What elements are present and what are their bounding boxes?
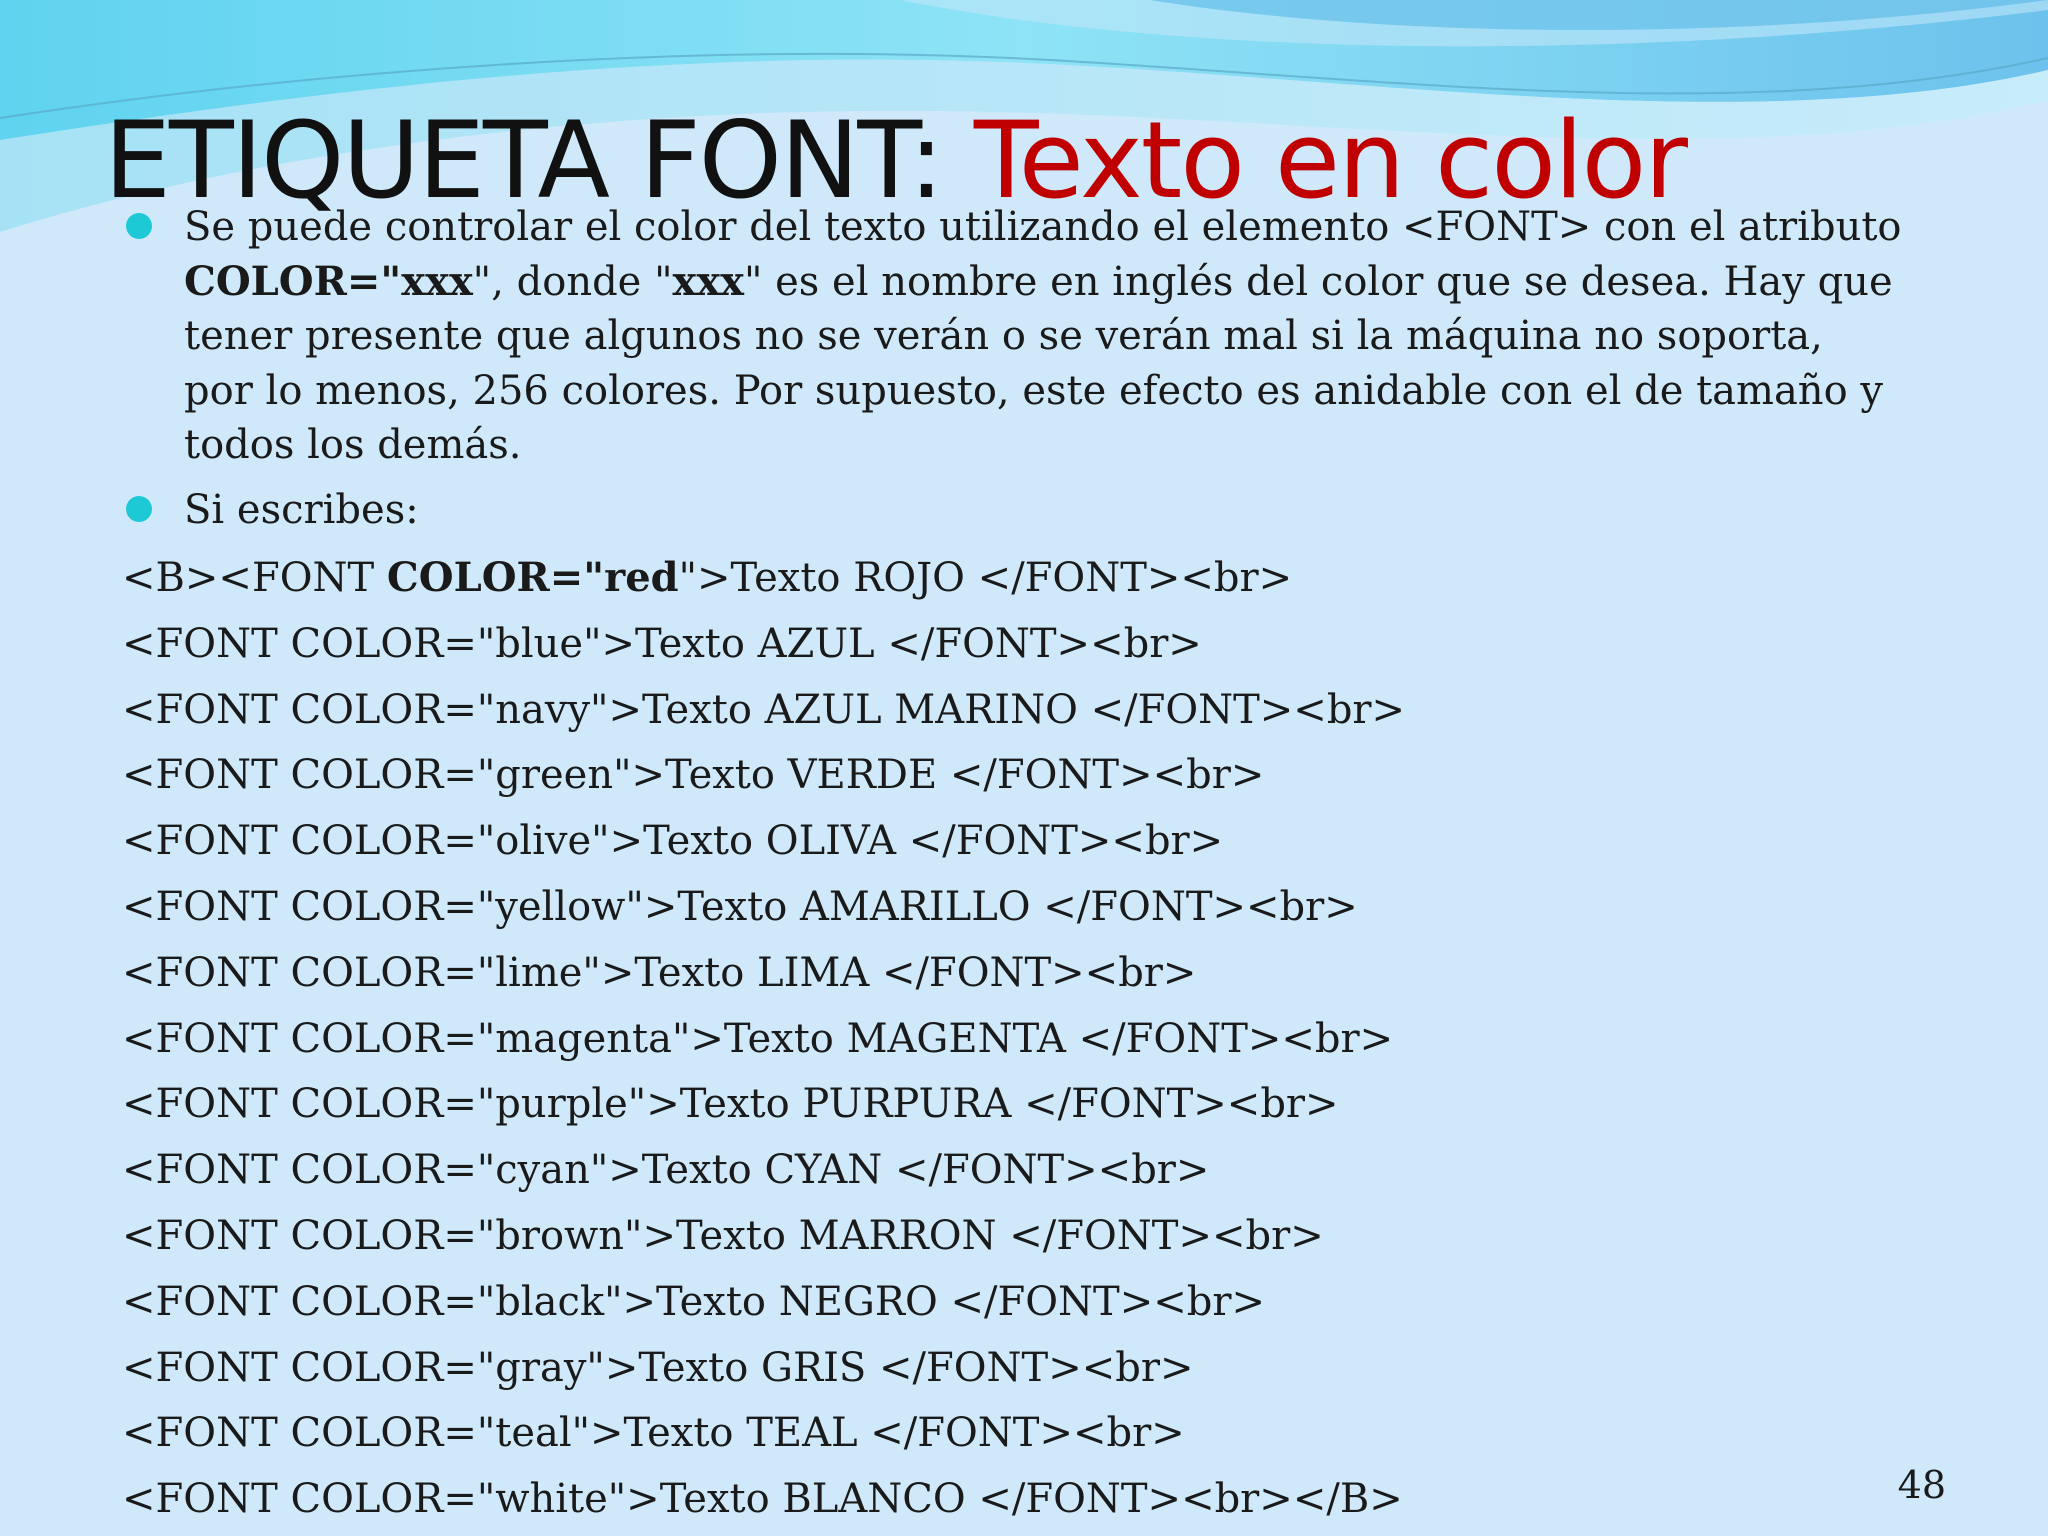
code-example-list: <B><FONT COLOR="red">Texto ROJO </FONT><… <box>122 545 1405 1533</box>
code-line: <FONT COLOR="black">Texto NEGRO </FONT><… <box>122 1278 1265 1325</box>
code-line: <FONT COLOR="purple">Texto PURPURA </FON… <box>122 1081 1339 1128</box>
code-line: <B><FONT COLOR="red">Texto ROJO </FONT><… <box>122 545 1405 612</box>
bullet-text: Si escribes: <box>184 486 419 533</box>
code-line-post: ">Texto ROJO </FONT><br> <box>678 555 1293 601</box>
code-line: <FONT COLOR="magenta">Texto MAGENTA </FO… <box>122 1015 1394 1062</box>
code-line: <FONT COLOR="navy">Texto AZUL MARINO </F… <box>122 686 1406 733</box>
code-line: <FONT COLOR="brown">Texto MARRON </FONT>… <box>122 1212 1324 1259</box>
bullet-list: Se puede controlar el color del texto ut… <box>124 200 1904 547</box>
code-line: <FONT COLOR="white">Texto BLANCO </FONT>… <box>122 1476 1403 1523</box>
bullet-dot-icon <box>126 213 152 239</box>
code-line-bold: COLOR="red <box>386 554 679 601</box>
code-line: <FONT COLOR="yellow">Texto AMARILLO </FO… <box>122 883 1358 930</box>
code-line: <FONT COLOR="cyan">Texto CYAN </FONT><br… <box>122 1147 1210 1194</box>
code-line: <FONT COLOR="blue">Texto AZUL </FONT><br… <box>122 620 1202 667</box>
bullet-bold-text: COLOR="xxx <box>184 257 473 305</box>
bullet-text: Se puede controlar el color del texto ut… <box>184 204 1902 250</box>
page-number: 48 <box>1897 1463 1946 1507</box>
code-line: <FONT COLOR="olive">Texto OLIVA </FONT><… <box>122 818 1224 865</box>
code-line: <FONT COLOR="lime">Texto LIMA </FONT><br… <box>122 949 1197 996</box>
code-line: <FONT COLOR="gray">Texto GRIS </FONT><br… <box>122 1344 1194 1391</box>
bullet-bold-text: xxx <box>672 257 745 305</box>
bullet-dot-icon <box>126 495 152 522</box>
bullet-text: ", donde " <box>472 258 673 305</box>
code-line-pre: <B><FONT <box>122 555 387 601</box>
code-line: <FONT COLOR="green">Texto VERDE </FONT><… <box>122 752 1265 799</box>
bullet-item-description: Se puede controlar el color del texto ut… <box>124 200 1904 473</box>
code-line: <FONT COLOR="teal">Texto TEAL </FONT><br… <box>122 1410 1185 1457</box>
bullet-item-si-escribes: Si escribes: <box>124 483 1904 538</box>
